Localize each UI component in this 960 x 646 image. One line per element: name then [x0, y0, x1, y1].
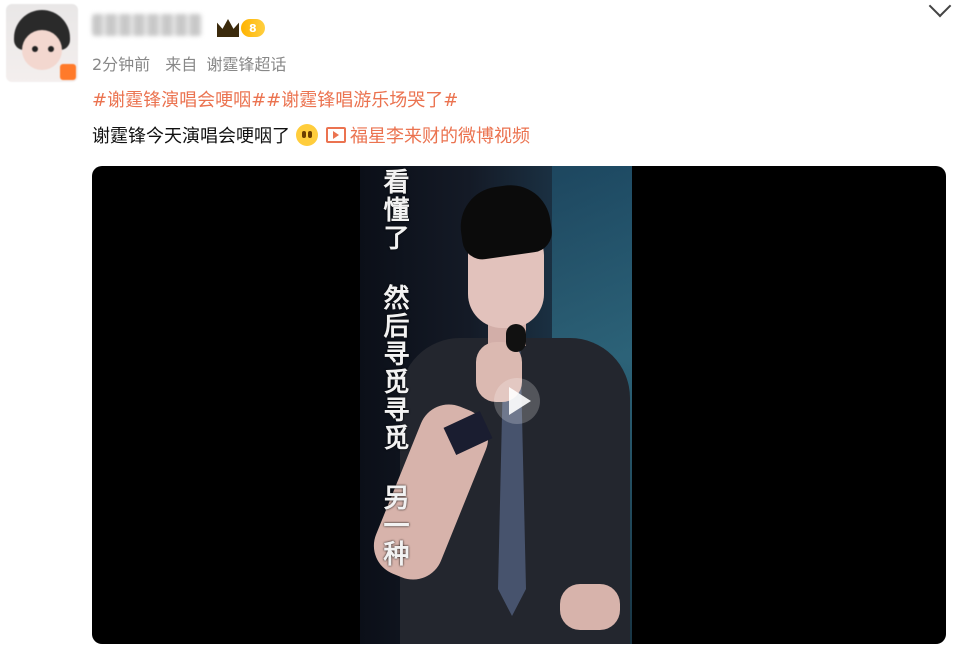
vip-badge[interactable]: 8 [217, 18, 275, 38]
post-body: 谢霆锋今天演唱会哽咽了 [92, 126, 290, 147]
source-prefix: 来自 [165, 55, 198, 74]
username-blurred[interactable] [92, 14, 202, 36]
play-button[interactable] [494, 378, 540, 424]
video-lyrics: 看懂了 然后寻觅寻觅 另一种 [379, 168, 409, 568]
source-link[interactable]: 谢霆锋超话 [206, 55, 286, 74]
video-icon [326, 127, 346, 143]
avatar[interactable] [6, 4, 78, 82]
video-link-label: 福星李来财的微博视频 [350, 126, 530, 147]
crown-icon [217, 19, 239, 37]
crying-emoji-icon [296, 124, 318, 146]
post-meta: 2分钟前 来自 谢霆锋超话 [92, 51, 296, 75]
topic-tags[interactable]: #谢霆锋演唱会哽咽##谢霆锋唱游乐场哭了# [92, 86, 458, 112]
post-text: 谢霆锋今天演唱会哽咽了 福星李来财的微博视频 [92, 122, 530, 148]
video-link[interactable]: 福星李来财的微博视频 [326, 122, 530, 148]
play-icon [509, 387, 531, 415]
chevron-down-icon[interactable] [928, 0, 952, 18]
video-player[interactable]: 看懂了 然后寻觅寻觅 另一种 [92, 166, 946, 644]
vip-level: 8 [241, 19, 265, 37]
post-time: 2分钟前 [92, 55, 151, 74]
